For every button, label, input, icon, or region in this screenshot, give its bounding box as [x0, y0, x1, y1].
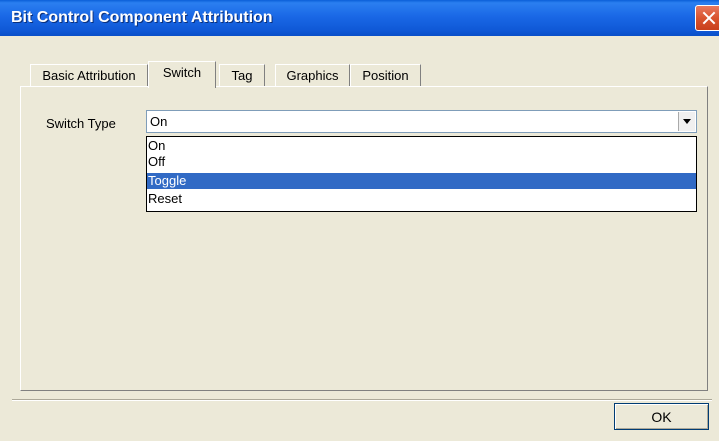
separator-line	[12, 399, 712, 401]
switch-type-dropdown-list: On Off Toggle Reset	[146, 136, 697, 212]
switch-type-label: Switch Type	[46, 116, 116, 131]
tab-label: Graphics	[286, 68, 339, 83]
dropdown-option-toggle[interactable]: Toggle	[147, 173, 696, 189]
dropdown-option-off[interactable]: Off	[147, 154, 696, 170]
close-icon[interactable]	[695, 5, 719, 31]
tab-tag[interactable]: Tag	[219, 64, 265, 86]
switch-type-value: On	[150, 114, 168, 129]
tab-basic-attribution[interactable]: Basic Attribution	[30, 64, 148, 86]
dropdown-option-reset[interactable]: Reset	[147, 191, 696, 207]
tab-graphics[interactable]: Graphics	[275, 64, 350, 86]
window-title: Bit Control Component Attribution	[11, 9, 273, 26]
dropdown-option-on[interactable]: On	[147, 138, 696, 154]
tab-label: Position	[362, 68, 409, 83]
tab-position[interactable]: Position	[350, 64, 421, 86]
chevron-down-icon[interactable]	[678, 112, 695, 131]
switch-type-select[interactable]: On	[146, 110, 697, 133]
tab-label: Tag	[231, 68, 253, 83]
tab-label: Switch	[162, 65, 202, 80]
tab-label: Basic Attribution	[42, 68, 136, 83]
dialog-window: Bit Control Component Attribution Basic …	[0, 0, 719, 441]
tab-switch[interactable]: Switch	[148, 61, 216, 88]
ok-button[interactable]: OK	[614, 403, 709, 430]
title-bar[interactable]: Bit Control Component Attribution	[0, 0, 719, 36]
ok-button-label: OK	[651, 408, 672, 425]
